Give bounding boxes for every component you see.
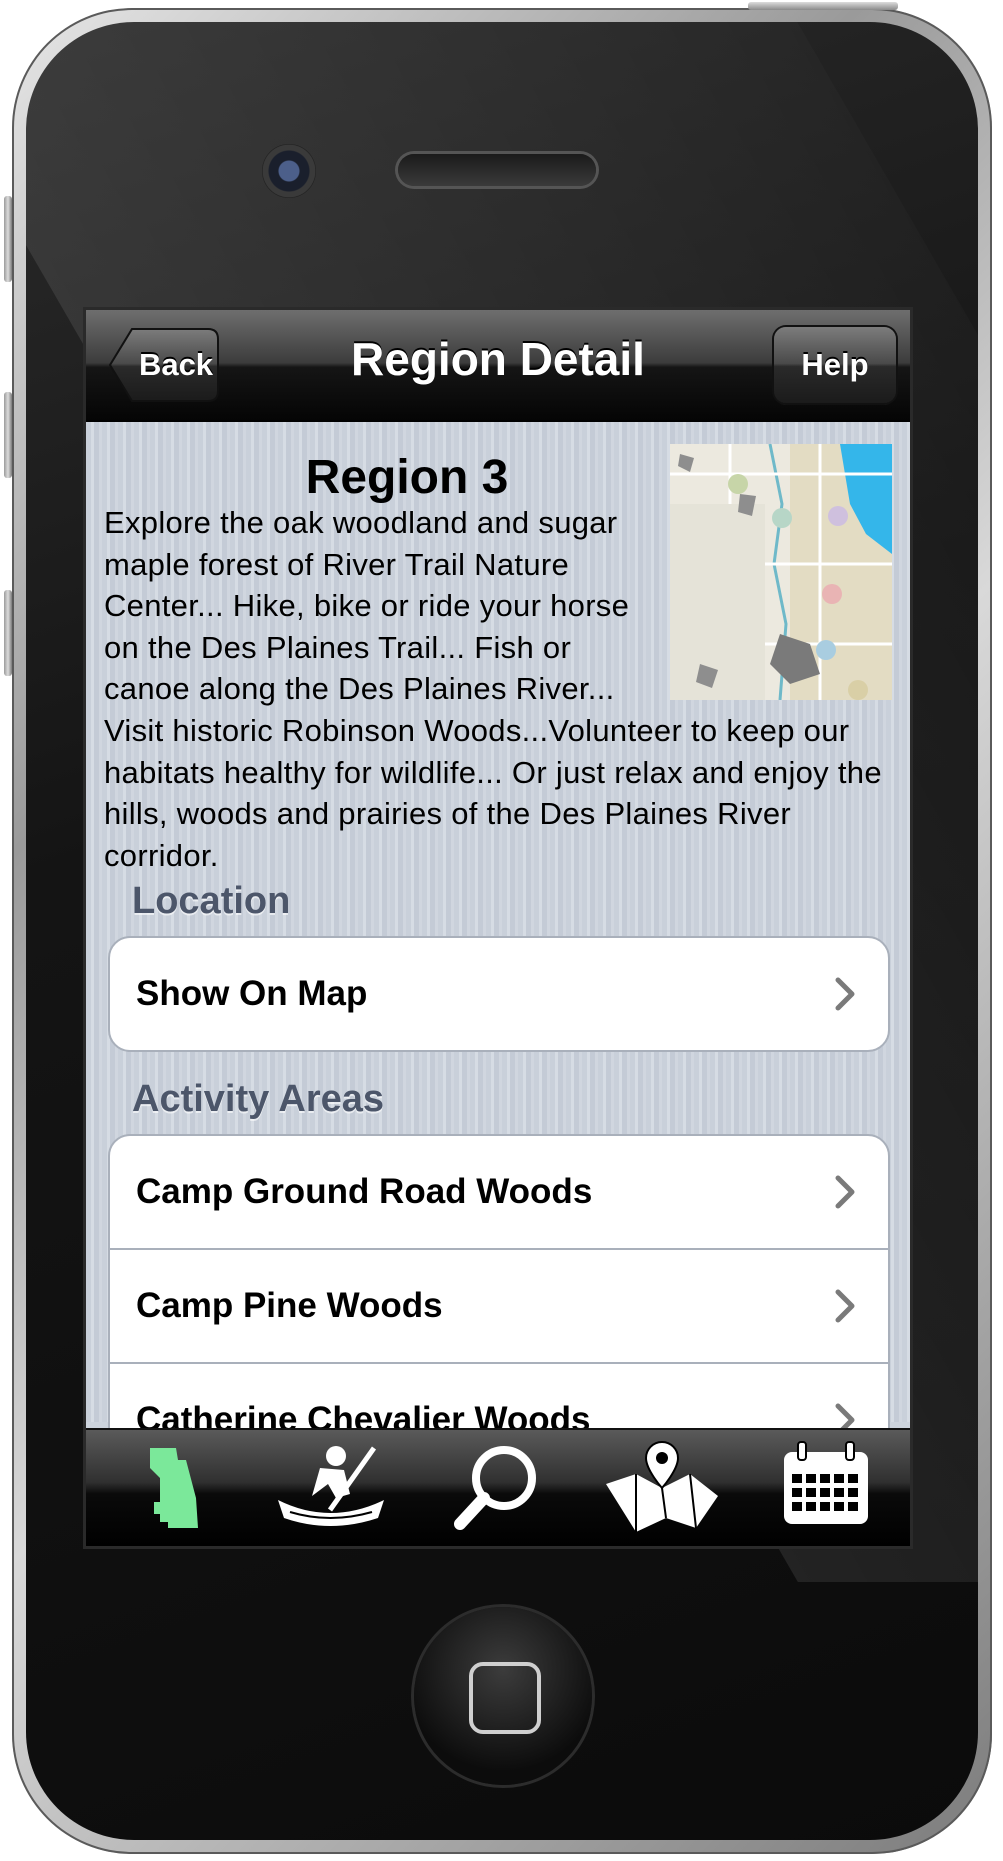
tab-regions[interactable] bbox=[92, 1438, 248, 1540]
search-icon bbox=[454, 1446, 536, 1530]
show-on-map-cell[interactable]: Show On Map bbox=[110, 938, 888, 1050]
map-float-spacer bbox=[664, 502, 894, 678]
navigation-bar: Back Region Detail Help bbox=[86, 310, 910, 422]
earpiece-speaker bbox=[398, 154, 596, 186]
county-map-icon bbox=[150, 1448, 198, 1528]
activity-area-label: Camp Ground Road Woods bbox=[136, 1172, 593, 1211]
region-description: Explore the oak woodland and sugar maple… bbox=[104, 502, 894, 876]
region-title: Region 3 bbox=[305, 451, 509, 504]
chevron-right-icon bbox=[835, 977, 855, 1011]
app-screen: Back Region Detail Help Region 3 Explore… bbox=[86, 310, 910, 1546]
tab-map[interactable] bbox=[584, 1438, 740, 1540]
volume-up-button bbox=[4, 392, 12, 478]
activity-area-cell[interactable]: Camp Ground Road Woods bbox=[110, 1136, 888, 1248]
calendar-icon bbox=[784, 1441, 868, 1524]
region-detail-content[interactable]: Region 3 Explore the oak woodland and su… bbox=[86, 422, 910, 1478]
activity-areas-section-header: Activity Areas bbox=[132, 1078, 385, 1120]
home-square-icon bbox=[469, 1662, 541, 1734]
tab-bar bbox=[86, 1428, 910, 1546]
activity-area-cell[interactable]: Camp Pine Woods bbox=[110, 1248, 888, 1362]
location-group: Show On Map bbox=[108, 936, 890, 1052]
power-button bbox=[748, 2, 898, 10]
map-pin-icon bbox=[606, 1440, 718, 1532]
activity-area-label: Camp Pine Woods bbox=[136, 1286, 443, 1325]
chevron-right-icon bbox=[835, 1175, 855, 1209]
tab-activities[interactable] bbox=[252, 1438, 408, 1540]
location-section-header: Location bbox=[132, 880, 291, 922]
help-button[interactable]: Help bbox=[774, 327, 896, 403]
volume-down-button bbox=[4, 590, 12, 676]
tab-calendar[interactable] bbox=[748, 1438, 904, 1540]
home-button[interactable] bbox=[414, 1607, 592, 1785]
show-on-map-label: Show On Map bbox=[136, 974, 368, 1013]
canoe-icon bbox=[278, 1446, 384, 1526]
tab-search[interactable] bbox=[420, 1438, 576, 1540]
chevron-right-icon bbox=[835, 1289, 855, 1323]
mute-switch bbox=[4, 196, 12, 282]
activity-areas-group: Camp Ground Road Woods Camp Pine Woods C… bbox=[108, 1134, 890, 1478]
front-camera bbox=[262, 144, 316, 198]
